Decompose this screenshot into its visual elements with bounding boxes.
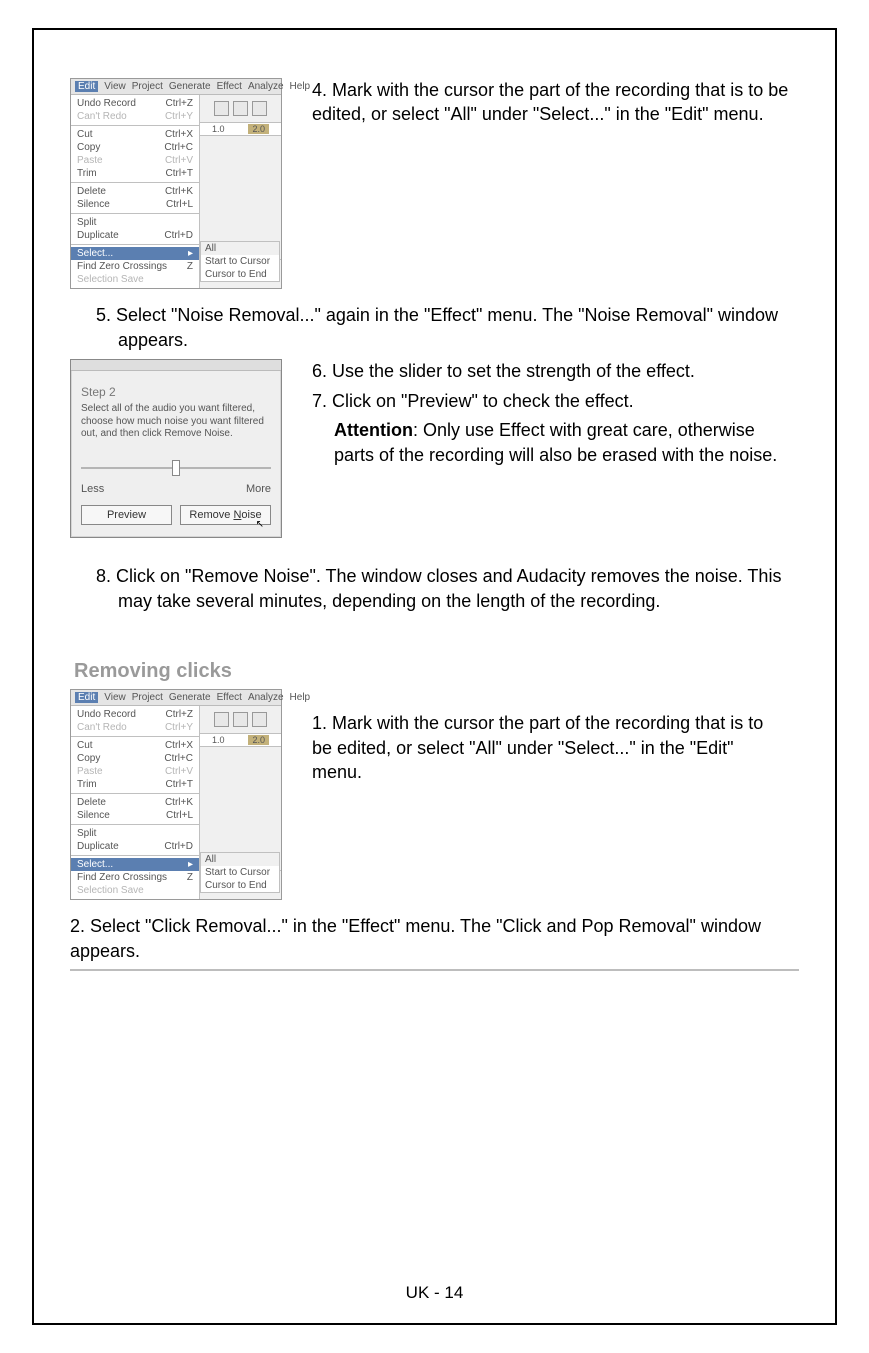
menubar-edit: Edit — [75, 81, 98, 92]
noise-removal-dialog-screenshot: Step 2 Select all of the audio you want … — [70, 359, 282, 538]
step-5-text: 5. Select "Noise Removal..." again in th… — [70, 303, 799, 353]
strength-slider — [81, 457, 271, 479]
step-4-text: 4. Mark with the cursor the part of the … — [312, 78, 799, 127]
edit-menu-screenshot-1: Edit View Project Generate Effect Analyz… — [70, 78, 282, 289]
step-7a-text: 7. Click on "Preview" to check the effec… — [312, 389, 799, 414]
preview-button: Preview — [81, 505, 172, 525]
step-6-text: 6. Use the slider to set the strength of… — [312, 359, 799, 384]
step-7b-text: Attention: Only use Effect with great ca… — [312, 418, 799, 468]
remove-noise-button: Remove Noise ↖ — [180, 505, 271, 525]
clicks-step-2-text: 2. Select "Click Removal..." in the "Eff… — [70, 914, 799, 964]
edit-menu-screenshot-2: Edit View Project Generate Effect Analyz… — [70, 689, 282, 900]
footer-rule — [70, 969, 799, 971]
step-8-text: 8. Click on "Remove Noise". The window c… — [70, 564, 799, 614]
page-footer: UK - 14 — [34, 1283, 835, 1303]
section-heading-removing-clicks: Removing clicks — [74, 660, 799, 683]
clicks-step-1-text: 1. Mark with the cursor the part of the … — [312, 711, 782, 784]
cursor-icon: ↖ — [256, 519, 264, 530]
